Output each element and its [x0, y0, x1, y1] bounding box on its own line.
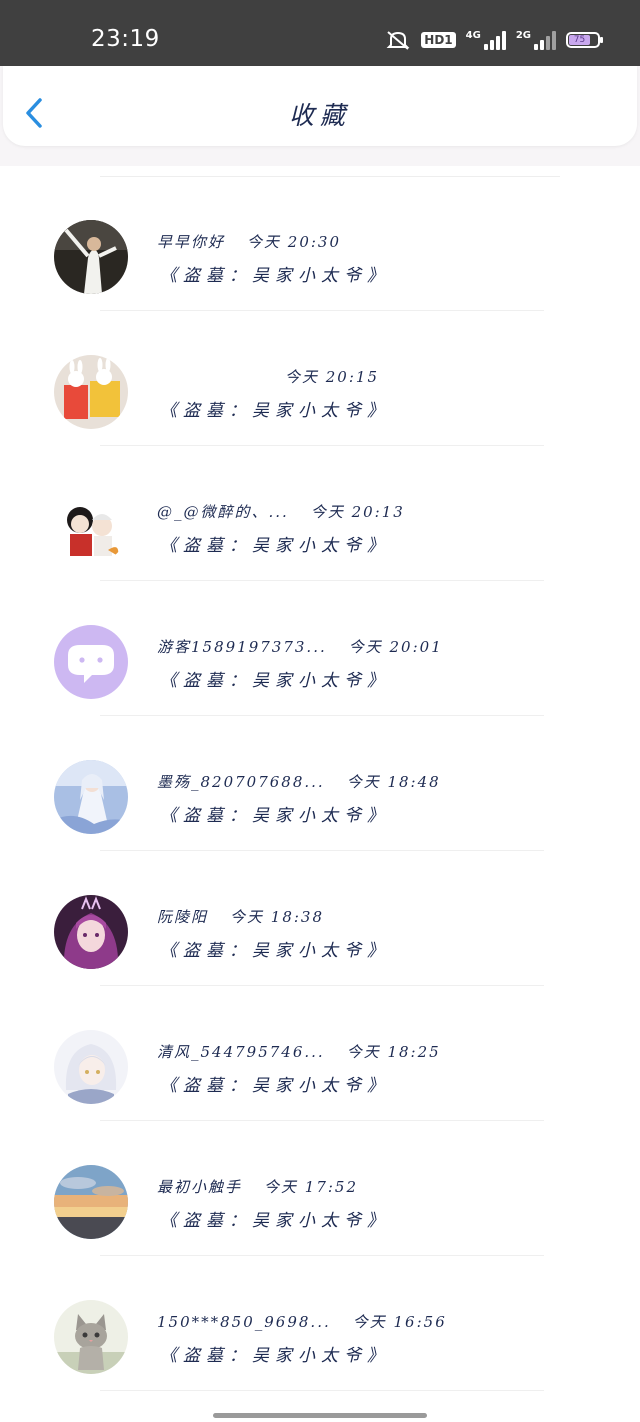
avatar[interactable] — [54, 760, 128, 834]
avatar-purple-hair-girl-icon — [54, 895, 128, 969]
battery-icon: 75 — [566, 32, 603, 48]
avatar-white-hair-anime-icon — [54, 1030, 128, 1104]
list-item[interactable]: 阮陵阳 今天 18:38 《盗墓：吴家小太爷》 — [0, 841, 640, 986]
item-header: 今天 20:15 — [157, 366, 379, 387]
book-title[interactable]: 《盗墓：吴家小太爷》 — [160, 1206, 390, 1231]
list-item[interactable]: 早早你好 今天 20:30 《盗墓：吴家小太爷》 — [0, 166, 640, 311]
avatar-default-chat-icon — [54, 625, 128, 699]
status-time: 23:19 — [91, 26, 160, 52]
avatar[interactable] — [54, 625, 128, 699]
list-item[interactable]: 今天 20:15 《盗墓：吴家小太爷》 — [0, 301, 640, 446]
mute-icon — [386, 31, 410, 50]
book-title[interactable]: 《盗墓：吴家小太爷》 — [160, 936, 390, 961]
item-time: 今天 18:48 — [346, 773, 441, 791]
avatar[interactable] — [54, 1030, 128, 1104]
avatar[interactable] — [54, 490, 128, 564]
user-name: 150***850_9698... — [157, 1313, 331, 1331]
battery-level: 75 — [569, 35, 590, 45]
item-header: 墨殇_820707688... 今天 18:48 — [157, 771, 441, 792]
book-title[interactable]: 《盗墓：吴家小太爷》 — [160, 396, 390, 421]
book-title[interactable]: 《盗墓：吴家小太爷》 — [160, 666, 390, 691]
item-time: 今天 16:56 — [352, 1313, 447, 1331]
list-item[interactable]: @_@微醉的、... 今天 20:13 《盗墓：吴家小太爷》 — [0, 436, 640, 581]
avatar[interactable] — [54, 220, 128, 294]
home-indicator[interactable] — [213, 1413, 427, 1418]
list-item[interactable]: 墨殇_820707688... 今天 18:48 《盗墓：吴家小太爷》 — [0, 706, 640, 851]
list-item[interactable]: 清风_544795746... 今天 18:25 《盗墓：吴家小太爷》 — [0, 976, 640, 1121]
item-header: 最初小触手 今天 17:52 — [157, 1176, 358, 1197]
item-time: 今天 20:01 — [348, 638, 443, 656]
item-time: 今天 20:30 — [247, 233, 342, 251]
item-header: @_@微醉的、... 今天 20:13 — [157, 501, 405, 522]
book-title[interactable]: 《盗墓：吴家小太爷》 — [160, 1071, 390, 1096]
list-item[interactable]: 最初小触手 今天 17:52 《盗墓：吴家小太爷》 — [0, 1111, 640, 1256]
user-name: 游客1589197373... — [157, 638, 327, 656]
avatar-sunset-sky-icon — [54, 1165, 128, 1239]
item-time: 今天 17:52 — [264, 1178, 359, 1196]
avatar-kitten-icon — [54, 1300, 128, 1374]
item-time: 今天 20:13 — [310, 503, 405, 521]
net2-label: 2G — [515, 30, 531, 41]
signal-2g-icon: 2G — [516, 30, 556, 50]
net1-label: 4G — [465, 30, 481, 41]
list-item[interactable]: 150***850_9698... 今天 16:56 《盗墓：吴家小太爷》 — [0, 1246, 640, 1391]
avatar-rabbit-figures-icon — [54, 355, 128, 429]
avatar[interactable] — [54, 1165, 128, 1239]
user-name: 最初小触手 — [157, 1178, 243, 1196]
page-title: 收藏 — [288, 101, 351, 130]
item-time: 今天 18:25 — [346, 1043, 441, 1061]
book-title[interactable]: 《盗墓：吴家小太爷》 — [160, 531, 390, 556]
item-time: 今天 18:38 — [230, 908, 325, 926]
user-name: 清风_544795746... — [157, 1043, 325, 1061]
status-bar: 23:19 HD1 4G 2G 75 — [0, 0, 640, 66]
avatar-anime-blue-icon — [54, 760, 128, 834]
user-name: 墨殇_820707688... — [157, 773, 325, 791]
user-name: @_@微醉的、... — [157, 503, 289, 521]
item-header: 早早你好 今天 20:30 — [157, 231, 341, 252]
item-time: 今天 20:15 — [285, 368, 379, 386]
hd-icon: HD1 — [421, 32, 456, 48]
avatar-chibi-couple-icon — [54, 490, 128, 564]
avatar[interactable] — [54, 355, 128, 429]
avatar[interactable] — [54, 1300, 128, 1374]
list-item[interactable]: 游客1589197373... 今天 20:01 《盗墓：吴家小太爷》 — [0, 571, 640, 716]
user-name: 阮陵阳 — [157, 908, 209, 926]
item-header: 150***850_9698... 今天 16:56 — [157, 1311, 447, 1332]
item-header: 清风_544795746... 今天 18:25 — [157, 1041, 441, 1062]
avatar-man-dancing-icon — [54, 220, 128, 294]
book-title[interactable]: 《盗墓：吴家小太爷》 — [160, 261, 390, 286]
signal-4g-icon: 4G — [466, 30, 506, 50]
item-header: 游客1589197373... 今天 20:01 — [157, 636, 443, 657]
divider — [100, 1390, 544, 1391]
book-title[interactable]: 《盗墓：吴家小太爷》 — [160, 1341, 390, 1366]
avatar[interactable] — [54, 895, 128, 969]
status-icons: HD1 4G 2G 75 — [385, 28, 603, 52]
item-header: 阮陵阳 今天 18:38 — [157, 906, 324, 927]
user-name: 早早你好 — [157, 233, 226, 251]
book-title[interactable]: 《盗墓：吴家小太爷》 — [160, 801, 390, 826]
